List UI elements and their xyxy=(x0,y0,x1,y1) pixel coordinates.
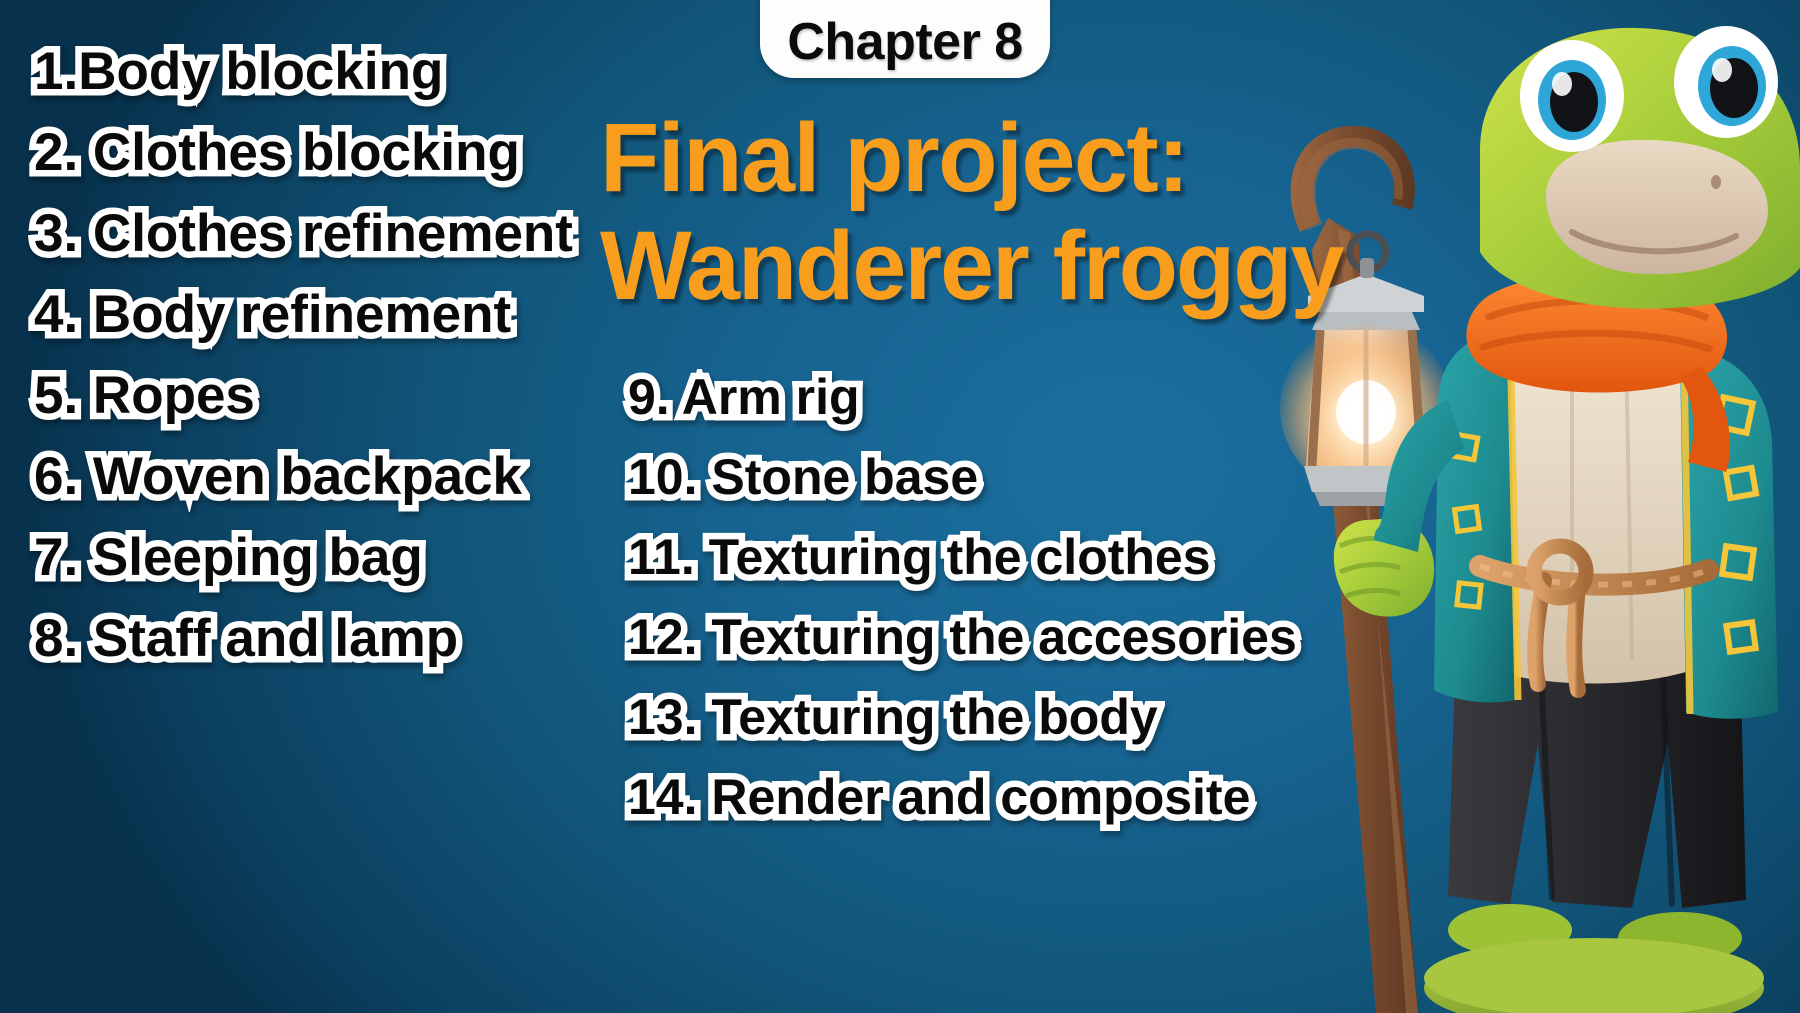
page-title-line-2: Wanderer froggy xyxy=(600,211,1345,321)
frog-trousers xyxy=(1448,640,1746,908)
list-item: 7. Sleeping bag xyxy=(28,525,430,591)
page-title-line-1: Final project: xyxy=(600,103,1190,212)
list-item: 13. Texturing the body xyxy=(622,686,1165,749)
list-item: 8. Staff and lamp xyxy=(28,606,465,672)
frog-arm xyxy=(1374,400,1464,552)
list-item: 2. Clothes blocking xyxy=(28,120,527,186)
list-item: 11. Texturing the clothes xyxy=(622,526,1218,589)
slide-canvas: Chapter 8 Final project: Wanderer froggy… xyxy=(0,0,1800,1013)
frog-feet xyxy=(1448,904,1742,964)
frog-jacket xyxy=(1434,330,1778,719)
list-item: 10. Stone base xyxy=(622,446,985,509)
page-title: Final project: Wanderer froggy xyxy=(600,103,1580,321)
list-item: 4. Body refinement xyxy=(28,282,518,348)
frog-hand xyxy=(1333,518,1435,617)
list-item: 5. Ropes xyxy=(28,363,262,429)
stone-base xyxy=(1424,938,1764,1013)
rope-belt xyxy=(1469,538,1719,698)
frog-belly xyxy=(1474,343,1708,684)
chapter-badge: Chapter 8 xyxy=(760,0,1050,78)
list-item: 3. Clothes refinement xyxy=(28,201,580,267)
right-chapter-list: 9. Arm rig 10. Stone base 11. Texturing … xyxy=(622,366,1304,852)
list-item: 12. Texturing the accesories xyxy=(622,606,1304,669)
list-item: 9. Arm rig xyxy=(622,366,867,429)
left-chapter-list: 1.Body blocking 2. Clothes blocking 3. C… xyxy=(28,39,580,693)
list-item: 1.Body blocking xyxy=(28,39,450,105)
chapter-badge-label: Chapter 8 xyxy=(787,13,1023,71)
list-item: 6. Woven backpack xyxy=(28,444,529,510)
list-item: 14. Render and composite xyxy=(622,766,1257,829)
